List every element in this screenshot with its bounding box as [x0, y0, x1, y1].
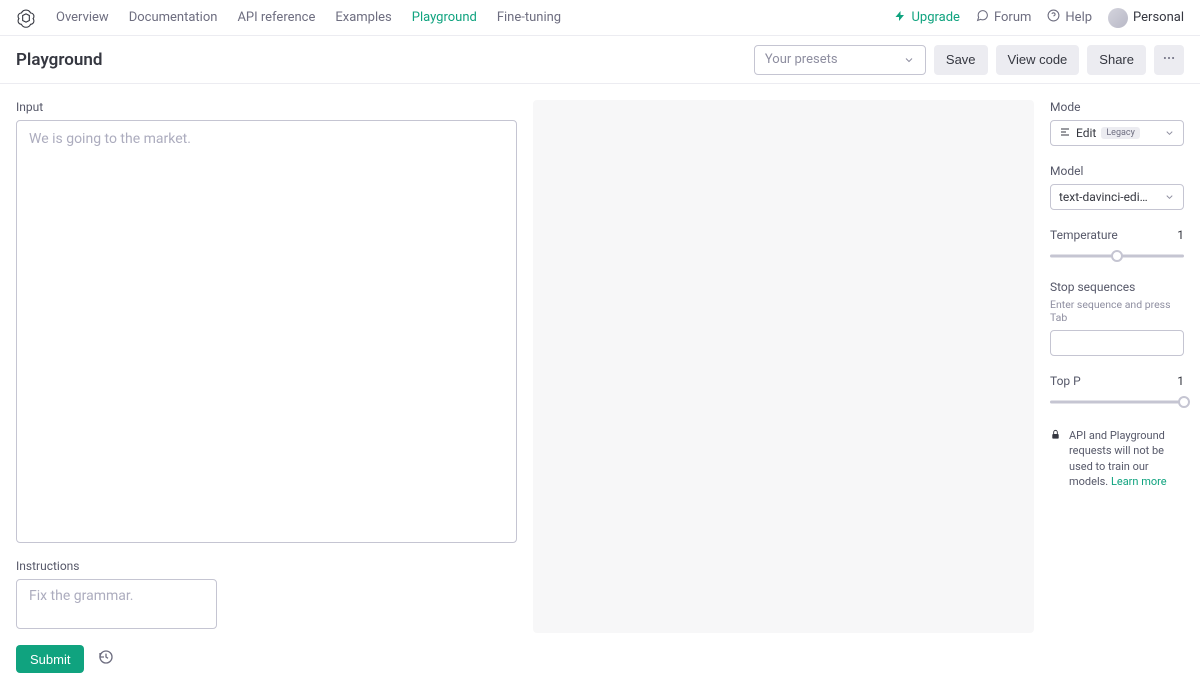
- sidebar: Mode Edit Legacy Model text-davinci-edit…: [1050, 100, 1184, 689]
- instructions-label: Instructions: [16, 559, 517, 573]
- chevron-down-icon: [1164, 192, 1175, 203]
- nav-playground[interactable]: Playground: [412, 10, 477, 25]
- stop-label: Stop sequences: [1050, 280, 1184, 294]
- learn-more-link[interactable]: Learn more: [1111, 475, 1167, 488]
- temperature-section: Temperature 1: [1050, 228, 1184, 262]
- chat-icon: [976, 9, 989, 26]
- model-value: text-davinci-edit-0...: [1059, 190, 1151, 204]
- nav-documentation[interactable]: Documentation: [129, 10, 218, 25]
- subheader-actions: Your presets Save View code Share: [754, 45, 1184, 75]
- temperature-slider[interactable]: [1050, 250, 1184, 262]
- stop-section: Stop sequences Enter sequence and press …: [1050, 280, 1184, 356]
- avatar-icon: [1108, 8, 1128, 28]
- footer-actions: Submit: [16, 645, 1034, 689]
- forum-label: Forum: [994, 10, 1031, 25]
- nav-api-reference[interactable]: API reference: [237, 10, 315, 25]
- presets-select[interactable]: Your presets: [754, 45, 926, 75]
- view-code-button[interactable]: View code: [996, 45, 1080, 75]
- input-textarea[interactable]: [16, 120, 517, 543]
- nav-examples[interactable]: Examples: [335, 10, 391, 25]
- page-title: Playground: [16, 50, 102, 70]
- save-button[interactable]: Save: [934, 45, 988, 75]
- nav-links: Overview Documentation API reference Exa…: [56, 10, 561, 25]
- nav-overview[interactable]: Overview: [56, 10, 109, 25]
- account-menu[interactable]: Personal: [1108, 8, 1184, 28]
- history-button[interactable]: [98, 651, 114, 667]
- temperature-label: Temperature: [1050, 228, 1118, 242]
- model-select[interactable]: text-davinci-edit-0...: [1050, 184, 1184, 210]
- nav-fine-tuning[interactable]: Fine-tuning: [497, 10, 561, 25]
- input-label: Input: [16, 100, 517, 114]
- instructions-section: Instructions: [16, 559, 517, 633]
- share-button[interactable]: Share: [1087, 45, 1146, 75]
- submit-button[interactable]: Submit: [16, 645, 84, 673]
- output-box: [533, 100, 1034, 633]
- upgrade-link[interactable]: Upgrade: [894, 10, 959, 26]
- forum-link[interactable]: Forum: [976, 9, 1031, 26]
- presets-placeholder: Your presets: [765, 52, 838, 67]
- top-p-slider[interactable]: [1050, 396, 1184, 408]
- mode-section: Mode Edit Legacy: [1050, 100, 1184, 146]
- stop-input[interactable]: [1050, 330, 1184, 356]
- top-p-label: Top P: [1050, 374, 1081, 388]
- account-label: Personal: [1133, 10, 1184, 25]
- chevron-down-icon: [1164, 128, 1175, 139]
- mode-label: Mode: [1050, 100, 1184, 114]
- top-p-section: Top P 1: [1050, 374, 1184, 408]
- mode-value: Edit: [1076, 126, 1096, 140]
- subheader: Playground Your presets Save View code S…: [0, 36, 1200, 84]
- chevron-down-icon: [903, 54, 915, 66]
- editor-row: Input Instructions: [16, 100, 1034, 633]
- model-label: Model: [1050, 164, 1184, 178]
- stop-hint: Enter sequence and press Tab: [1050, 298, 1184, 324]
- nav-right: Upgrade Forum Help Personal: [894, 8, 1184, 28]
- mode-select[interactable]: Edit Legacy: [1050, 120, 1184, 146]
- slider-thumb[interactable]: [1178, 396, 1190, 408]
- legacy-badge: Legacy: [1101, 127, 1140, 139]
- openai-logo-icon[interactable]: [16, 8, 36, 28]
- instructions-textarea[interactable]: [16, 579, 217, 629]
- notice: API and Playground requests will not be …: [1050, 428, 1184, 490]
- bolt-icon: [894, 10, 906, 26]
- left-pane: Input Instructions: [16, 100, 517, 633]
- dots-horizontal-icon: [1162, 51, 1176, 68]
- top-nav: Overview Documentation API reference Exa…: [0, 0, 1200, 36]
- notice-text-wrap: API and Playground requests will not be …: [1069, 428, 1184, 490]
- help-label: Help: [1065, 10, 1092, 25]
- right-pane: [533, 100, 1034, 633]
- main: Input Instructions Submit Mode: [0, 84, 1200, 689]
- slider-track: [1050, 401, 1184, 404]
- upgrade-label: Upgrade: [911, 10, 959, 25]
- editor-column: Input Instructions Submit: [16, 100, 1034, 689]
- slider-thumb[interactable]: [1111, 250, 1123, 262]
- help-link[interactable]: Help: [1047, 9, 1092, 26]
- help-icon: [1047, 9, 1060, 26]
- edit-icon: [1059, 126, 1071, 141]
- model-section: Model text-davinci-edit-0...: [1050, 164, 1184, 210]
- temperature-value: 1: [1177, 228, 1184, 242]
- history-icon: [98, 649, 114, 669]
- lock-icon: [1050, 429, 1061, 490]
- top-p-value: 1: [1177, 374, 1184, 388]
- more-button[interactable]: [1154, 45, 1184, 75]
